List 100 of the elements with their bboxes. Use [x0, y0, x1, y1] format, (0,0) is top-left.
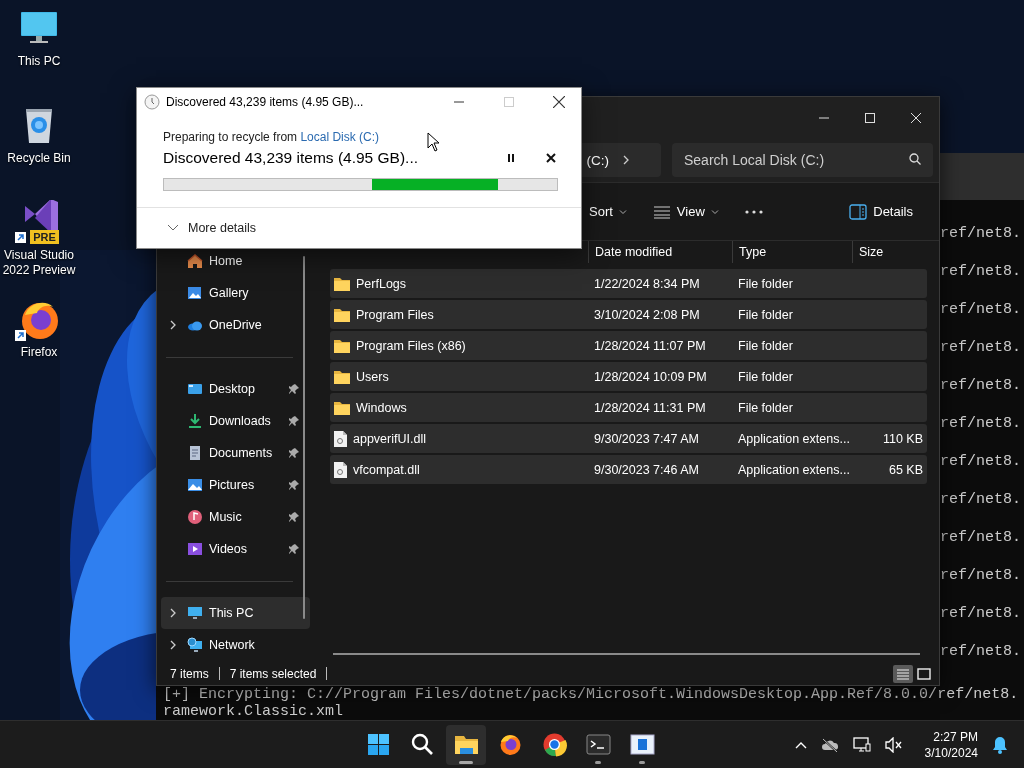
sidebar-item[interactable]: Gallery: [161, 277, 310, 309]
terminal-line: ref/net8.: [940, 528, 1022, 548]
badge: PRE: [30, 230, 59, 244]
more-icon[interactable]: [744, 209, 763, 214]
music-icon: [187, 509, 203, 525]
size-cell-text: 110 KB: [881, 431, 923, 446]
folder-icon: [334, 276, 350, 291]
cloud-off-icon[interactable]: [820, 737, 839, 752]
name-cell: PerfLogs: [356, 276, 407, 291]
column-header[interactable]: Size: [852, 241, 930, 263]
file-row[interactable]: appverifUI.dll 9/30/2023 7:47 AM Application extens... 110 KB: [330, 424, 927, 453]
date-cell-text: 1/28/2024 10:09 PM: [593, 369, 708, 384]
file-row[interactable]: PerfLogs 1/22/2024 8:34 PM File folder: [330, 269, 927, 298]
sort-button[interactable]: Sort: [589, 204, 627, 219]
pictures-icon: [187, 477, 203, 493]
shortcut-arrow-icon: [15, 231, 27, 243]
scrollbar-thumb[interactable]: [333, 653, 920, 655]
location-link[interactable]: Local Disk (C:): [300, 130, 380, 144]
details-button[interactable]: Details: [849, 203, 913, 220]
details-view-icon: [896, 667, 910, 680]
sidebar-item[interactable]: This PC: [161, 597, 310, 629]
scrollbar-thumb[interactable]: [303, 256, 305, 619]
type-cell-text: File folder: [737, 307, 794, 322]
file-row[interactable]: vfcompat.dll 9/30/2023 7:46 AM Application extens... 65 KB: [330, 455, 927, 484]
terminal-line: ref/net8.: [940, 376, 1022, 396]
search-icon[interactable]: [409, 732, 435, 757]
sidebar-item[interactable]: Desktop: [161, 373, 310, 405]
sidebar-item[interactable]: Network: [161, 629, 310, 661]
column-header[interactable]: Date modified: [588, 241, 732, 263]
size-cell-text: 65 KB: [887, 462, 923, 477]
browser-icon[interactable]: [541, 732, 567, 757]
type-cell-text: Application extens...: [737, 462, 851, 477]
clock[interactable]: 2:27 PM 3/10/2024: [924, 728, 978, 761]
name-cell: appverifUI.dll: [353, 431, 426, 446]
terminal-line: ref/net8.: [940, 566, 1022, 586]
file-row[interactable]: Users 1/28/2024 10:09 PM File folder: [330, 362, 927, 391]
cancel-icon[interactable]: [546, 153, 556, 163]
list-icon: [652, 204, 671, 219]
search-icon[interactable]: [909, 153, 921, 165]
type-cell-text: Application extens...: [737, 431, 851, 446]
taskbar-button[interactable]: [446, 724, 486, 765]
file-row[interactable]: Program Files 3/10/2024 2:08 PM File folder: [330, 300, 927, 329]
folder-icon: [334, 369, 350, 384]
type-cell-text: File folder: [737, 338, 794, 353]
view-button[interactable]: View: [652, 204, 719, 219]
name-cell: vfcompat.dll: [353, 462, 420, 477]
close-icon[interactable]: [553, 95, 565, 108]
sidebar-item[interactable]: OneDrive: [161, 309, 310, 341]
search-field[interactable]: Search Local Disk (C:): [672, 143, 933, 177]
notification-bell-icon[interactable]: [992, 735, 1008, 754]
chevron-up-icon[interactable]: [794, 740, 807, 749]
type-cell-text: File folder: [737, 369, 794, 384]
sidebar-item[interactable]: Pictures: [161, 469, 310, 501]
icon-label[interactable]: Visual Studio 2022 Preview: [0, 248, 78, 278]
monitor-icon: [187, 605, 203, 621]
caret-icon: [710, 207, 719, 216]
sidebar-item[interactable]: Documents: [161, 437, 310, 469]
window-icon[interactable]: [629, 732, 655, 757]
terminal-line: ref/net8.: [940, 604, 1022, 624]
dll-file-icon: [334, 430, 347, 447]
sidebar-item[interactable]: Music: [161, 501, 310, 533]
icon-label[interactable]: This PC: [0, 54, 78, 69]
monitor-icon[interactable]: [852, 736, 871, 753]
tiles-view-icon: [917, 667, 931, 680]
terminal-icon[interactable]: [585, 732, 611, 757]
clock-icon: [144, 93, 160, 110]
type-cell-text: File folder: [737, 276, 794, 291]
more-details-button[interactable]: More details: [167, 221, 257, 235]
file-row[interactable]: Windows 1/28/2024 11:31 PM File folder: [330, 393, 927, 422]
document-icon: [187, 445, 203, 461]
icon-label[interactable]: Recycle Bin: [0, 151, 78, 166]
name-cell: Program Files: [356, 307, 434, 322]
network-icon: [187, 637, 203, 653]
speaker-muted-icon[interactable]: [884, 736, 903, 753]
terminal-line: [+] Encrypting: C://Program Files/dotnet/packs/Microsoft.WindowsDesktop.App.Ref/8.0.0/ref/net8.: [163, 686, 1020, 703]
icon-label[interactable]: Firefox: [0, 345, 78, 360]
download-icon: [187, 413, 203, 429]
sidebar-item[interactable]: Videos: [161, 533, 310, 565]
maximize-icon[interactable]: [865, 112, 875, 123]
cursor-icon: [427, 132, 440, 152]
view-mode-button[interactable]: [893, 664, 913, 683]
name-cell: Users: [356, 369, 389, 384]
video-icon: [187, 541, 203, 557]
progress-status: Discovered 43,239 items (4.95 GB)...: [163, 149, 419, 167]
folder-icon: [334, 307, 350, 322]
date-cell-text: 9/30/2023 7:46 AM: [593, 462, 700, 477]
pause-icon[interactable]: [506, 153, 516, 163]
file-row[interactable]: Program Files (x86) 1/28/2024 11:07 PM File folder: [330, 331, 927, 360]
breadcrumb[interactable]: (C:): [586, 152, 609, 168]
terminal-line: ref/net8.: [940, 642, 1022, 662]
date-cell-text: 1/28/2024 11:31 PM: [593, 400, 707, 415]
sidebar-item[interactable]: Home: [161, 245, 310, 277]
item-count: 7 items: [170, 666, 209, 681]
column-header[interactable]: Type: [732, 241, 852, 263]
name-cell: Windows: [356, 400, 407, 415]
window-title: Discovered 43,239 items (4.95 GB)...: [166, 94, 364, 109]
sidebar-item[interactable]: Downloads: [161, 405, 310, 437]
terminal-line: ref/net8.: [940, 414, 1022, 434]
windows-logo-icon[interactable]: [365, 732, 391, 757]
chevron-icon[interactable]: [621, 154, 631, 166]
